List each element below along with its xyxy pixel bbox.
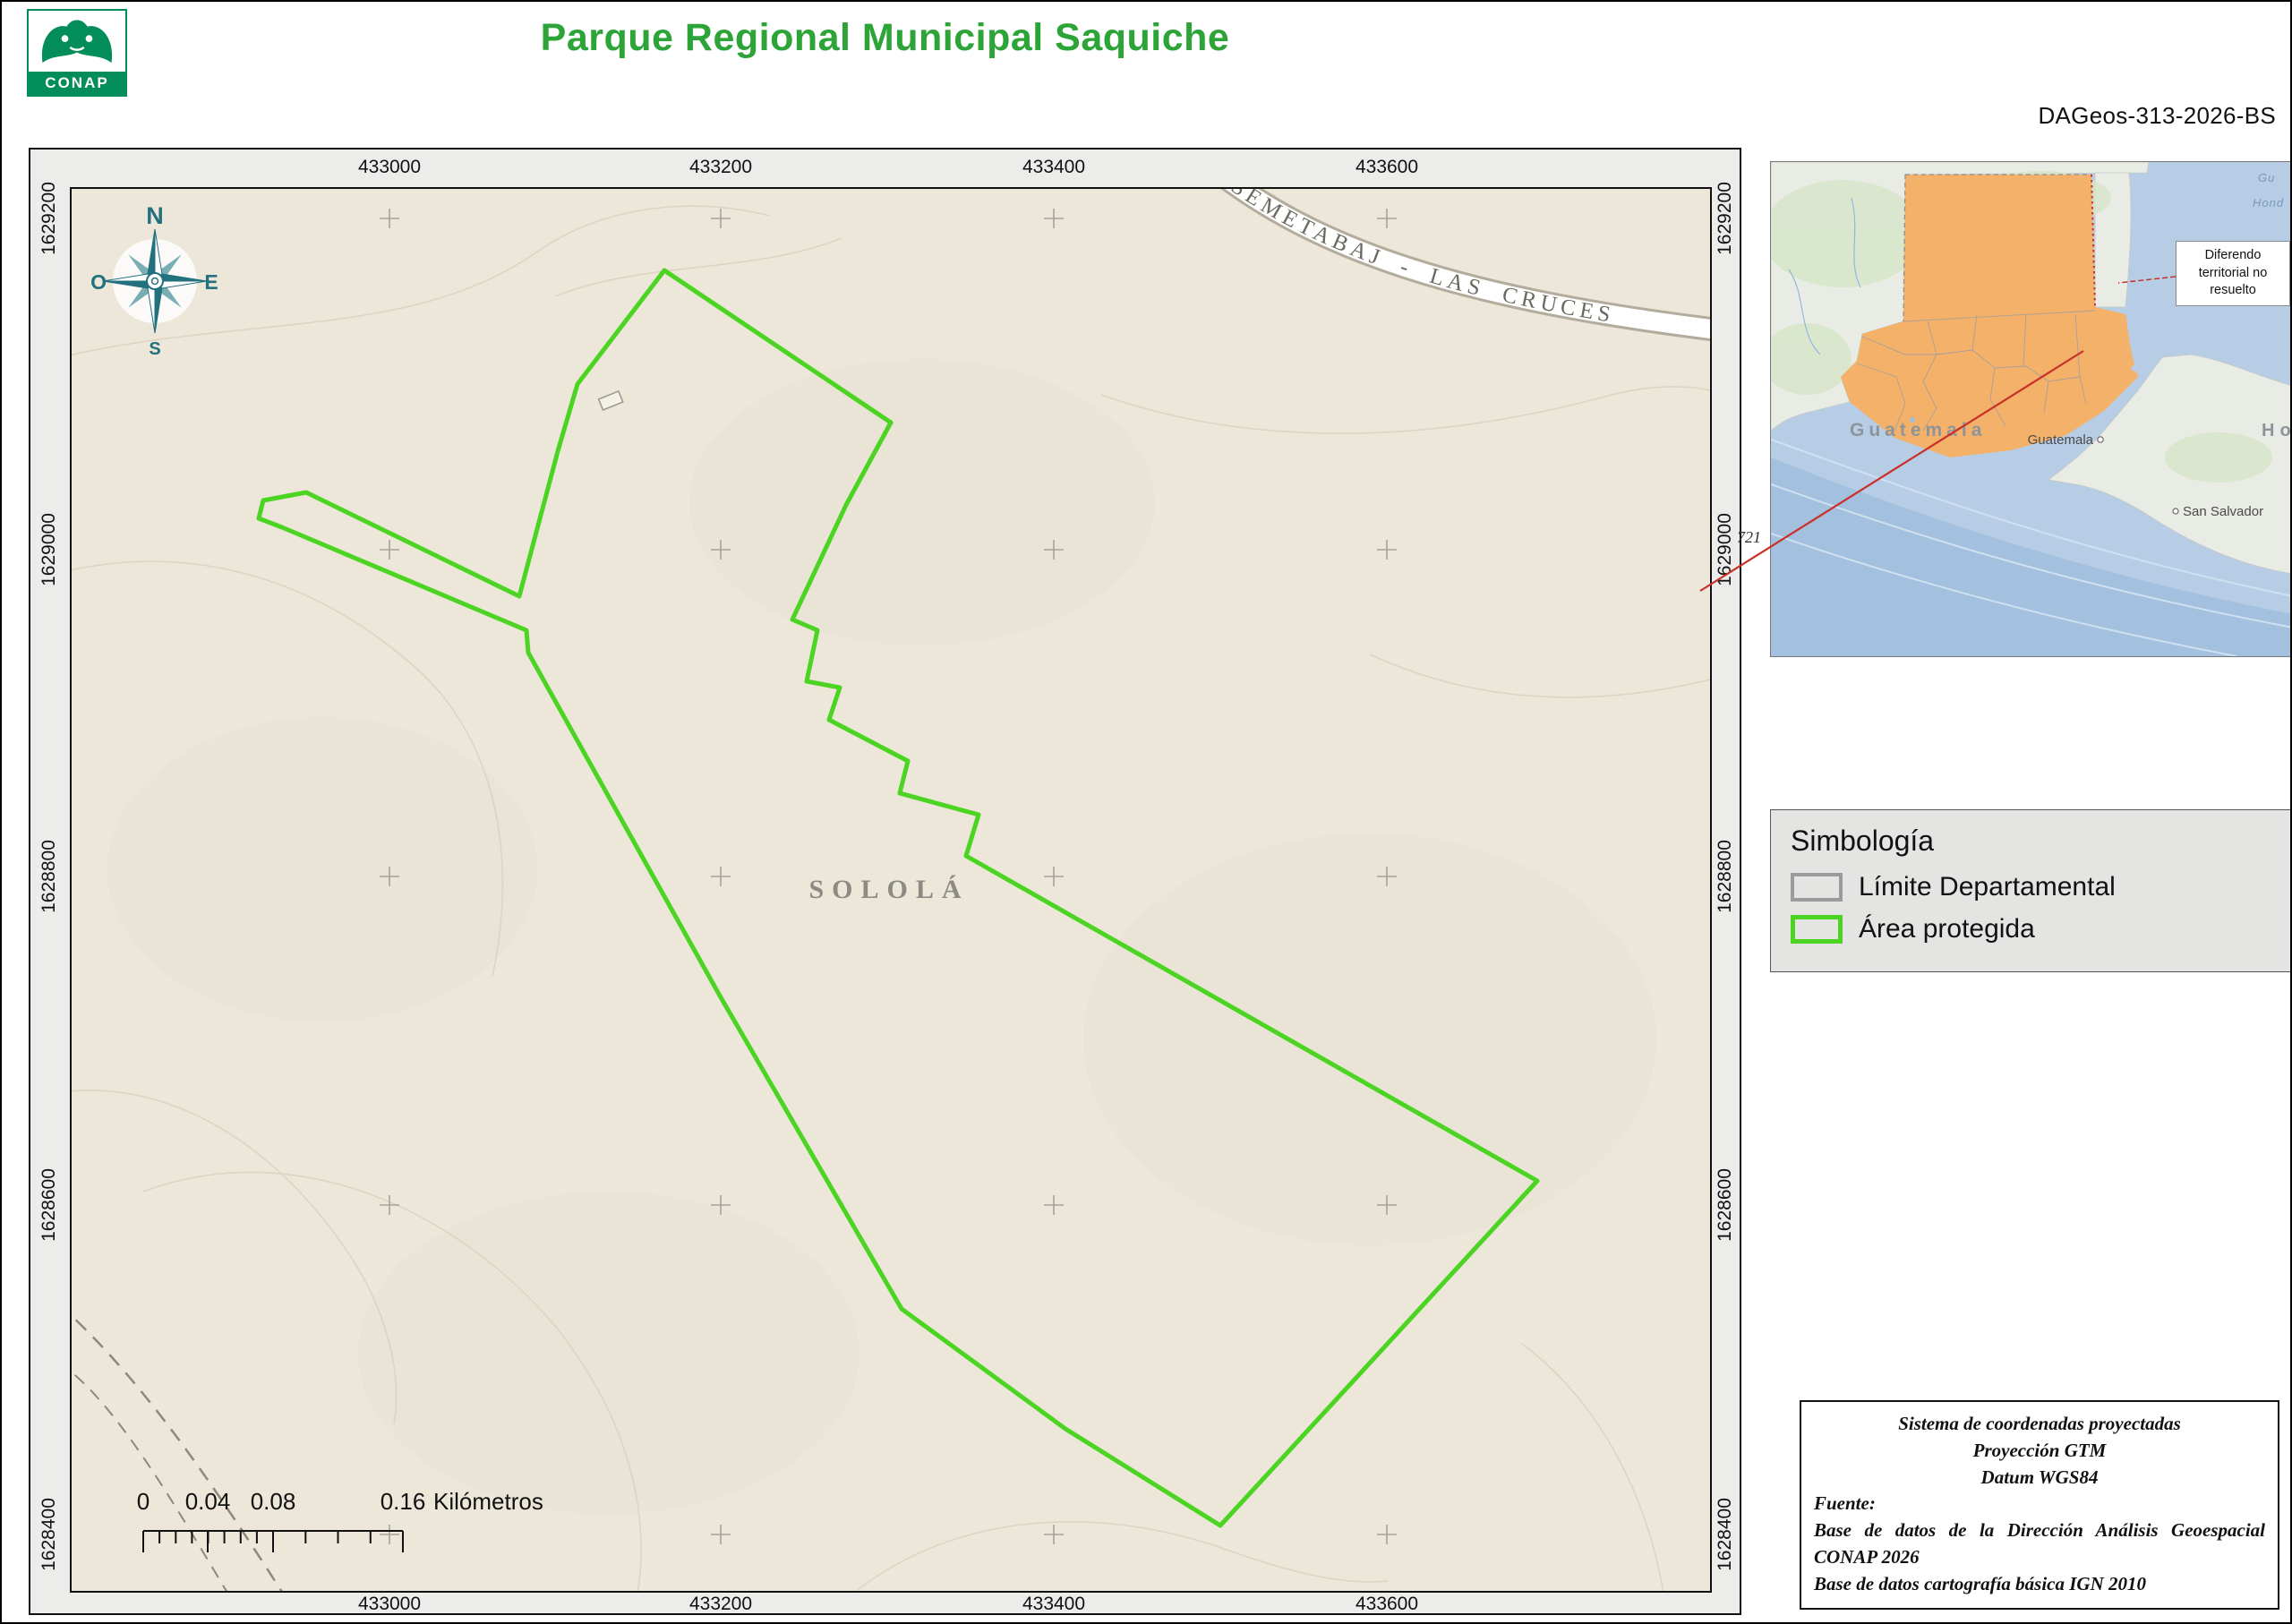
road-label: SEMETABAJ - LAS CRUCES [1227, 189, 1616, 328]
easting-tick-label: 433000 [358, 1594, 421, 1615]
datum-line: Datum WGS84 [1814, 1465, 2265, 1492]
source-heading: Fuente: [1814, 1491, 2265, 1517]
scale-tick-label: 0 [137, 1488, 150, 1516]
easting-tick-label: 433600 [1356, 1594, 1418, 1615]
road-semetabaj-las-cruces: SEMETABAJ - LAS CRUCES [1195, 189, 1710, 332]
relief-shading [107, 359, 1656, 1514]
source-line: Base de datos cartografía básica IGN 201… [1814, 1571, 2265, 1598]
neighbor-country-label: Ho [2262, 421, 2292, 440]
northing-tick-label: 1629000 [38, 513, 60, 586]
coordinate-system-line: Sistema de coordenadas proyectadas [1814, 1411, 2265, 1438]
northing-tick-label: 1628800 [38, 840, 60, 913]
locator-ref-label: 721 [1737, 528, 1761, 547]
source-line: Base de datos de la Dirección Análisis G… [1814, 1517, 2265, 1571]
territorial-dispute-note: Diferendo territorial no resuelto [2176, 241, 2290, 306]
document-code: DAGeos-313-2026-BS [2038, 102, 2276, 130]
conap-logo-text: CONAP [29, 72, 125, 95]
scale-tick-label: 0.08 [251, 1488, 296, 1516]
scale-tick-label: 0.04 [185, 1488, 231, 1516]
compass-north-label: N [146, 202, 164, 229]
easting-tick-label: 433400 [1022, 157, 1085, 178]
northing-tick-label: 1629000 [1715, 513, 1736, 586]
capital-city-label: Guatemala [2028, 432, 2094, 448]
legend-title: Simbología [1791, 825, 2271, 858]
building-icon [599, 391, 623, 410]
map-frame: 433000 433200 433400 433600 433000 43320… [29, 148, 1741, 1615]
legend-item-protected-area: Área protegida [1791, 914, 2271, 944]
northing-tick-label: 1629200 [38, 182, 60, 255]
easting-tick-label: 433400 [1022, 1594, 1085, 1615]
department-limit-swatch-icon [1791, 873, 1843, 902]
legend-panel: Simbología Límite Departamental Área pro… [1770, 809, 2292, 972]
sea-label: Gu [2258, 171, 2275, 184]
city-label: San Salvador [2183, 504, 2263, 519]
map-sheet: CONAP Parque Regional Municipal Saquiche… [0, 0, 2292, 1624]
legend-item-label: Área protegida [1859, 914, 2035, 944]
sea-label: Hond [2253, 196, 2284, 209]
capital-city-dot [2098, 437, 2103, 442]
northing-tick-label: 1629200 [1715, 182, 1736, 255]
compass-rose-icon: N E S O [83, 194, 227, 364]
scale-tick-label: 0.16 [381, 1488, 426, 1516]
northing-tick-label: 1628800 [1715, 840, 1736, 913]
department-label: SOLOLÁ [808, 875, 969, 905]
city-dot [2173, 509, 2178, 514]
legend-item-label: Límite Departamental [1859, 872, 2116, 902]
protected-area-swatch-icon [1791, 915, 1843, 944]
compass-east-label: E [204, 270, 218, 294]
scale-unit-label: Kilómetros [433, 1488, 543, 1516]
map-canvas: SEMETABAJ - LAS CRUCES [70, 187, 1712, 1593]
scale-ruler [125, 1527, 627, 1558]
easting-tick-label: 433600 [1356, 157, 1418, 178]
projection-line: Proyección GTM [1814, 1438, 2265, 1465]
legend-item-departmental-limit: Límite Departamental [1791, 872, 2271, 902]
country-label: Guatemala [1850, 420, 1986, 440]
locator-inset-map: Guatemala Ho Gu Hond Guatemala San Salva… [1770, 161, 2292, 657]
page-title: Parque Regional Municipal Saquiche [29, 16, 1741, 60]
compass-south-label: S [149, 339, 160, 359]
credits-box: Sistema de coordenadas proyectadas Proye… [1800, 1400, 2279, 1610]
scale-bar: 0 0.04 0.08 0.16 Kilómetros [125, 1483, 645, 1568]
northing-tick-label: 1628400 [38, 1498, 60, 1571]
northing-tick-label: 1628400 [1715, 1498, 1736, 1571]
northing-tick-label: 1628600 [38, 1168, 60, 1242]
easting-tick-label: 433200 [689, 1594, 752, 1615]
easting-tick-label: 433000 [358, 157, 421, 178]
easting-tick-label: 433200 [689, 157, 752, 178]
northing-tick-label: 1628600 [1715, 1168, 1736, 1242]
compass-west-label: O [90, 270, 107, 294]
